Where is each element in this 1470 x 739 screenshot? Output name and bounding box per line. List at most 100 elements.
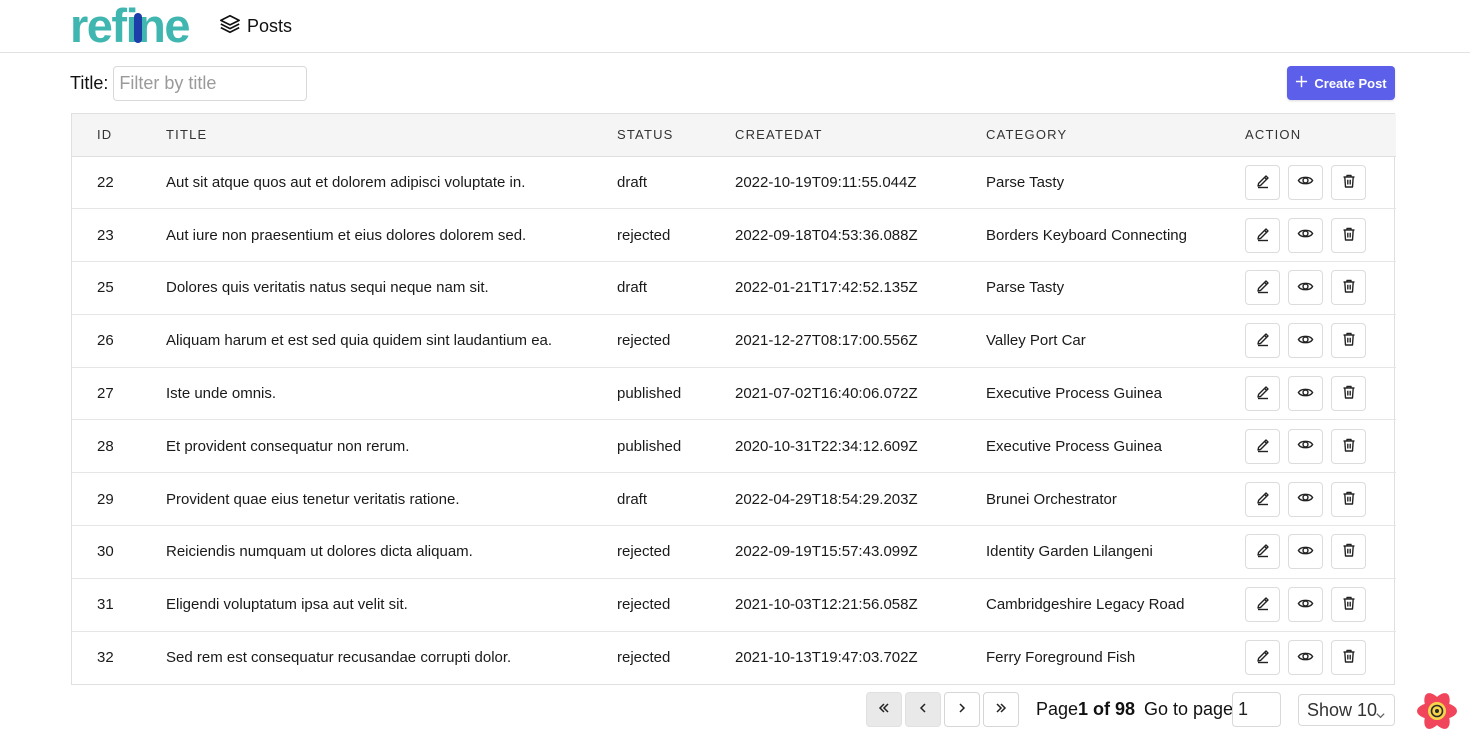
show-button[interactable] [1288,270,1323,306]
delete-button[interactable] [1331,428,1366,464]
edit-icon [1255,437,1271,456]
title-filter-input[interactable] [113,65,308,101]
edit-icon [1255,384,1271,403]
delete-button[interactable] [1331,640,1366,676]
delete-button[interactable] [1331,376,1366,412]
delete-button[interactable] [1331,164,1366,200]
trash-icon [1341,595,1357,614]
edit-button[interactable] [1245,640,1280,676]
cell-createdat: 2020-10-31T22:34:12.609Z [735,419,986,473]
edit-button[interactable] [1245,164,1280,200]
cell-createdat: 2022-09-19T15:57:43.099Z [735,525,986,579]
delete-button[interactable] [1331,587,1366,623]
cell-createdat: 2021-07-02T16:40:06.072Z [735,366,986,420]
page-size-select[interactable]: Show 10 [1298,694,1395,726]
cell-id: 28 [72,419,166,473]
cell-category: Brunei Orchestrator [986,472,1245,526]
edit-icon [1255,173,1271,192]
show-button[interactable] [1288,428,1323,464]
page-size-value: Show 10 [1307,699,1378,720]
edit-button[interactable] [1245,481,1280,517]
show-button[interactable] [1288,481,1323,517]
layers-icon [219,13,241,40]
edit-button[interactable] [1245,428,1280,464]
cell-createdat: 2021-10-03T12:21:56.058Z [735,577,986,632]
cell-actions [1245,419,1396,473]
edit-icon [1255,542,1271,561]
table-row: 22 Aut sit atque quos aut et dolorem adip… [72,156,1396,209]
page-indicator-value: 1 of 98 [1078,699,1136,719]
cell-title: Aliquam harum et est sed quia quidem sin… [166,313,617,368]
edit-button[interactable] [1245,217,1280,253]
edit-button[interactable] [1245,270,1280,306]
show-button[interactable] [1288,323,1323,359]
refine-logo[interactable]: refine [70,6,206,46]
cell-category: Parse Tasty [986,173,1065,191]
column-header-category[interactable]: CATEGORY [986,114,1245,157]
column-header-status[interactable]: STATUS [617,114,735,157]
cell-actions [1245,313,1396,368]
edit-button[interactable] [1245,587,1280,623]
next-page-button[interactable] [944,692,980,727]
eye-icon [1297,436,1314,456]
cell-createdat: 2022-01-21T17:42:52.135Z [735,261,986,315]
cell-category: Executive Process Guinea [986,366,1245,420]
show-button[interactable] [1288,587,1323,623]
cell-id: 23 [72,208,166,262]
edit-icon [1255,595,1271,614]
edit-button[interactable] [1245,534,1280,570]
delete-button[interactable] [1331,534,1366,570]
first-page-button[interactable] [866,692,902,727]
table-row: 23 Aut iure non praesentium et eius dolor… [72,208,1396,262]
show-button[interactable] [1288,217,1323,253]
cell-id: 25 [72,261,166,315]
trash-icon [1341,490,1357,509]
cell-category: Valley Port Car [986,313,1245,368]
cell-title: Et provident consequatur non rerum. [166,419,617,473]
chevron-right-icon [956,702,968,717]
edit-button[interactable] [1245,323,1280,359]
edit-icon [1255,278,1271,297]
cell-status: draft [617,173,648,191]
cell-title: Sed rem est consequatur recusandae corru… [166,630,617,684]
cell-status: rejected [617,577,735,632]
nav-item-posts[interactable]: Posts [219,14,292,38]
cell-createdat: 2022-04-29T18:54:29.203Z [735,472,986,526]
cell-id: 22 [97,173,114,191]
title-filter-label: Title: [70,72,109,93]
column-header-id[interactable]: ID [72,114,166,157]
show-button[interactable] [1288,640,1323,676]
cell-actions [1245,630,1396,684]
show-button[interactable] [1288,376,1323,412]
svg-text:refine: refine [70,6,189,46]
eye-icon [1297,278,1314,298]
cell-createdat: 2022-10-19T09:11:55.044Z [735,173,917,191]
cell-category: Borders Keyboard Connecting [986,208,1245,262]
column-header-title[interactable]: TITLE [166,114,617,157]
chevrons-right-icon [995,702,1007,717]
eye-icon [1297,172,1314,192]
delete-button[interactable] [1331,481,1366,517]
edit-button[interactable] [1245,376,1280,412]
table-row: 31 Eligendi voluptatum ipsa aut velit sit… [72,577,1396,632]
cell-createdat: 2021-12-27T08:17:00.556Z [735,313,986,368]
trash-icon [1341,542,1357,561]
cell-title: Eligendi voluptatum ipsa aut velit sit. [166,577,617,632]
delete-button[interactable] [1331,217,1366,253]
show-button[interactable] [1288,534,1323,570]
delete-button[interactable] [1331,323,1366,359]
column-header-createdat[interactable]: CREATEDAT [735,114,986,157]
show-button[interactable] [1288,164,1323,200]
cell-title: Aut iure non praesentium et eius dolores… [166,208,617,262]
cell-status: rejected [617,208,735,262]
goto-page-input[interactable] [1232,692,1281,727]
previous-page-button[interactable] [905,692,941,727]
last-page-button[interactable] [983,692,1019,727]
delete-button[interactable] [1331,270,1366,306]
chevrons-left-icon [878,702,890,717]
devtools-logo-icon[interactable] [1415,690,1459,732]
cell-status: published [617,419,735,473]
cell-actions [1245,366,1396,420]
create-post-button[interactable]: Create Post [1287,66,1395,100]
page-indicator: Page1 of 98 [1036,699,1135,720]
